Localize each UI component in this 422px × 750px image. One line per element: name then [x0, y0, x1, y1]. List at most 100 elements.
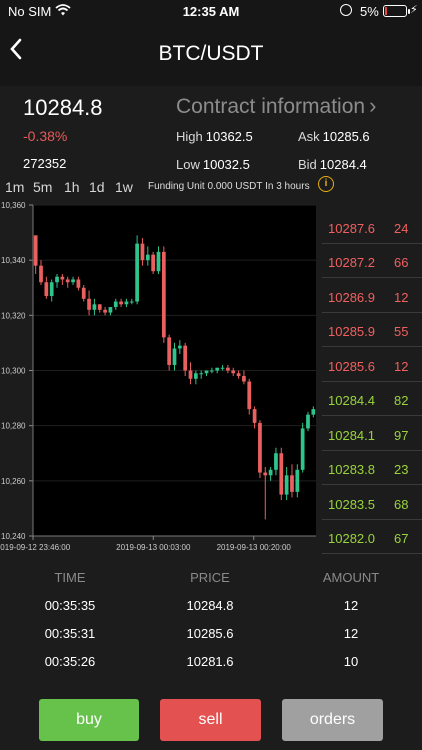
candle-body: [124, 301, 129, 305]
y-tick-label: 10,300: [1, 367, 26, 376]
y-tick-label: 10,260: [1, 477, 26, 486]
y-tick-label: 10,360: [1, 201, 26, 210]
trades-header-amount: AMOUNT: [322, 570, 380, 585]
trades-header-time: TIME: [54, 570, 86, 585]
bid-row[interactable]: 10283.5 68: [322, 486, 422, 520]
ask-row[interactable]: 10286.9 12: [322, 279, 422, 313]
info-icon[interactable]: i: [318, 176, 334, 192]
candle-body: [236, 373, 241, 377]
candle-body: [204, 370, 209, 374]
price-change: -0.38%: [23, 128, 68, 144]
candle-body: [183, 345, 188, 371]
candle-body: [295, 469, 300, 492]
candle-body: [188, 370, 193, 379]
order-book: 10287.6 24 10287.2 66 10286.9 12 10285.9 55 …: [322, 210, 422, 555]
candle-body: [60, 276, 65, 280]
trade-time: 00:35:26: [44, 654, 96, 669]
tab-1w[interactable]: 1w: [115, 179, 133, 195]
candle-body: [39, 265, 43, 283]
low-value: 10032.5: [202, 157, 250, 172]
candle-body: [215, 367, 220, 371]
back-button[interactable]: [6, 34, 36, 70]
ask-stat: Ask 10285.6: [298, 129, 370, 144]
candle-body: [279, 453, 284, 495]
x-tick-label: 2019-09-13 00:03:00: [116, 543, 191, 552]
candle-body: [97, 304, 102, 310]
contract-information-link[interactable]: Contract information ›: [176, 93, 376, 119]
candle-body: [151, 254, 156, 272]
candle-body: [119, 301, 123, 305]
candle-body: [81, 287, 86, 299]
candle-body: [71, 279, 75, 283]
trade-time: 00:35:35: [44, 598, 96, 613]
tab-5m[interactable]: 5m: [33, 179, 52, 195]
candle-body: [290, 475, 294, 492]
tab-1m[interactable]: 1m: [5, 179, 24, 195]
bid-row[interactable]: 10284.1 97: [322, 417, 422, 451]
candle-body: [247, 381, 252, 410]
battery-icon: [383, 5, 410, 17]
buy-button[interactable]: buy: [39, 699, 139, 741]
candle-body: [311, 409, 316, 415]
candle-body: [284, 475, 289, 495]
candlestick-chart[interactable]: 10,360 10,340 10,320 10,300 10,280 10,260 10,2…: [0, 200, 322, 558]
candle-body: [172, 348, 177, 365]
candle-body: [263, 472, 268, 476]
status-bar: No SIM 12:35 AM 5% ⚡: [0, 0, 422, 24]
candle-body: [193, 373, 198, 379]
chevron-left-icon: [10, 38, 22, 60]
candle-body: [258, 422, 262, 473]
funding-info-text: Funding Unit 0.000 USDT In 3 hours: [148, 181, 310, 192]
trade-price: 10281.6: [186, 654, 234, 669]
ask-row[interactable]: 10285.9 55: [322, 313, 422, 347]
ask-row[interactable]: 10287.6 24: [322, 210, 422, 244]
candle-body: [177, 345, 182, 349]
candle-body: [268, 469, 273, 476]
orientation-lock-icon: [340, 4, 352, 16]
candle-body: [156, 251, 161, 272]
charging-icon: ⚡: [410, 4, 418, 16]
ask-row[interactable]: 10287.2 66: [322, 244, 422, 278]
trade-amount: 10: [343, 654, 359, 669]
x-tick-label: 2019-09-12 23:46:00: [0, 543, 71, 552]
candle-body: [135, 243, 139, 302]
candle-body: [274, 453, 278, 470]
candle-body: [145, 254, 150, 261]
candle-body: [113, 301, 118, 308]
candle-body: [306, 414, 310, 429]
battery-percent: 5%: [360, 4, 379, 19]
candle-body: [231, 370, 236, 374]
trade-time: 00:35:31: [44, 626, 96, 641]
x-tick-label: 2019-09-13 00:20:00: [217, 543, 292, 552]
orders-button[interactable]: orders: [282, 699, 383, 741]
bid-row[interactable]: 10284.4 82: [322, 382, 422, 416]
bid-value: 10284.4: [319, 157, 367, 172]
bid-row[interactable]: 10283.8 23: [322, 451, 422, 485]
trades-header-price: PRICE: [190, 570, 230, 585]
tab-1h[interactable]: 1h: [64, 179, 80, 195]
tab-1d[interactable]: 1d: [89, 179, 105, 195]
candle-body: [167, 337, 172, 365]
candle-body: [65, 279, 70, 283]
page-title: BTC/USDT: [158, 42, 264, 65]
bid-stat: Bid 10284.4: [298, 157, 367, 172]
ask-row[interactable]: 10285.6 12: [322, 348, 422, 382]
candle-body: [210, 370, 214, 372]
low-stat: Low 10032.5: [176, 157, 250, 172]
recent-trades: TIME PRICE AMOUNT 00:35:35 10284.8 12 00…: [0, 562, 422, 680]
volume-value: 272352: [23, 156, 67, 171]
y-tick-label: 10,340: [1, 256, 26, 265]
carrier-label: No SIM: [8, 4, 52, 19]
candle-body: [92, 304, 97, 310]
candle-body: [161, 251, 166, 338]
ask-value: 10285.6: [322, 129, 370, 144]
candle-body: [226, 367, 230, 371]
y-tick-label: 10,280: [1, 422, 26, 431]
candle-body: [220, 367, 225, 369]
candle-body: [87, 298, 91, 310]
candle-body: [300, 428, 305, 470]
sell-button[interactable]: sell: [160, 699, 261, 741]
bid-row[interactable]: 10282.0 67: [322, 520, 422, 554]
candle-body: [33, 235, 38, 266]
high-value: 10362.5: [205, 129, 253, 144]
